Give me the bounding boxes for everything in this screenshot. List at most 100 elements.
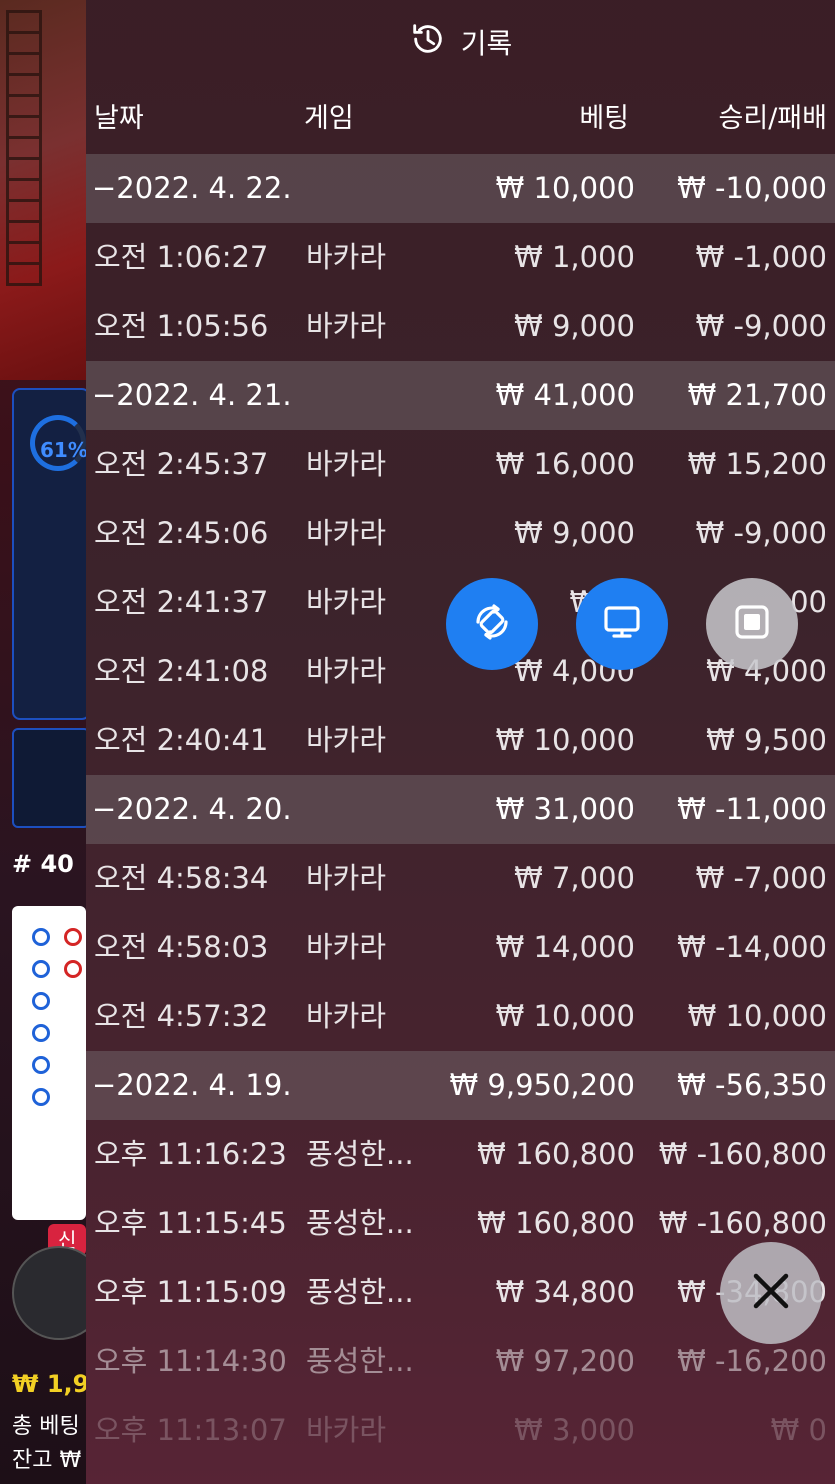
row-winloss: ₩ -56,350 xyxy=(677,1068,827,1102)
history-row[interactable]: 오후 11:14:30 풍성한... ₩ 97,200 ₩ -16,200 xyxy=(86,1327,835,1396)
row-bet: ₩ 9,950,200 xyxy=(449,1068,635,1102)
history-row[interactable]: 오전 4:58:03 바카라 ₩ 14,000 ₩ -14,000 xyxy=(86,913,835,982)
column-bet[interactable]: 베팅 xyxy=(579,84,629,154)
history-row[interactable]: 오전 2:45:37 바카라 ₩ 16,000 ₩ 15,200 xyxy=(86,430,835,499)
history-row[interactable]: 오전 1:05:56 바카라 ₩ 9,000 ₩ -9,000 xyxy=(86,292,835,361)
history-list[interactable]: −2022. 4. 22. ₩ 10,000 ₩ -10,000 오전 1:06:27… xyxy=(86,154,835,1465)
history-row[interactable]: 오전 4:57:32 바카라 ₩ 10,000 ₩ 10,000 xyxy=(86,982,835,1051)
bead-road xyxy=(12,906,86,1220)
row-bet: ₩ 34,800 xyxy=(495,1275,635,1309)
row-winloss: ₩ -14,000 xyxy=(677,930,827,964)
column-header-row: 날짜 게임 베팅 승리/패배 xyxy=(86,84,835,154)
row-date: 오전 2:45:37 xyxy=(94,447,269,481)
row-winloss: ₩ -1,000 xyxy=(695,240,827,274)
history-row[interactable]: 오후 11:15:45 풍성한... ₩ 160,800 ₩ -160,800 xyxy=(86,1189,835,1258)
row-date: 오전 4:58:03 xyxy=(94,930,269,964)
row-winloss: ₩ 9,500 xyxy=(706,723,827,757)
column-winloss[interactable]: 승리/패배 xyxy=(719,84,827,154)
row-game: 풍성한... xyxy=(306,1344,414,1378)
row-bet: ₩ 16,000 xyxy=(495,447,635,481)
chip-stack[interactable] xyxy=(12,1246,86,1340)
row-date: 오후 11:13:07 xyxy=(94,1413,287,1447)
row-game: 바카라 xyxy=(306,309,387,343)
row-game: 바카라 xyxy=(306,930,387,964)
monitor-button[interactable] xyxy=(576,578,668,670)
history-row[interactable]: 오후 11:16:23 풍성한... ₩ 160,800 ₩ -160,800 xyxy=(86,1120,835,1189)
row-bet: ₩ 1,000 xyxy=(514,240,635,274)
row-game: 바카라 xyxy=(306,585,387,619)
rotate-screen-icon xyxy=(468,598,516,650)
row-date: 오전 2:45:06 xyxy=(94,516,269,550)
panel-title: 기록 xyxy=(460,27,513,60)
history-row[interactable]: 오전 2:45:06 바카라 ₩ 9,000 ₩ -9,000 xyxy=(86,499,835,568)
history-clock-icon xyxy=(409,20,447,65)
row-date: 오전 2:41:37 xyxy=(94,585,269,619)
history-row[interactable]: 오전 4:58:34 바카라 ₩ 7,000 ₩ -7,000 xyxy=(86,844,835,913)
row-winloss: ₩ -11,000 xyxy=(677,792,827,826)
row-winloss: ₩ -160,800 xyxy=(658,1206,827,1240)
column-date[interactable]: 날짜 xyxy=(94,84,144,154)
row-winloss: ₩ -160,800 xyxy=(658,1137,827,1171)
stop-button[interactable] xyxy=(706,578,798,670)
close-icon xyxy=(749,1269,793,1317)
row-date: −2022. 4. 20. xyxy=(92,792,292,826)
row-bet: ₩ 41,000 xyxy=(495,378,635,412)
row-bet: ₩ 160,800 xyxy=(477,1206,635,1240)
history-row[interactable]: 오후 11:13:07 바카라 ₩ 3,000 ₩ 0 xyxy=(86,1396,835,1465)
balance-amount: ₩ 1,9 xyxy=(12,1370,86,1398)
balance-label: 잔고 ₩ xyxy=(12,1448,82,1473)
row-date: 오전 1:06:27 xyxy=(94,240,269,274)
row-date: −2022. 4. 21. xyxy=(92,378,292,412)
row-bet: ₩ 31,000 xyxy=(495,792,635,826)
history-panel: 기록 날짜 게임 베팅 승리/패배 −2022. 4. 22. ₩ 10,000 ₩… xyxy=(86,0,835,1484)
window-lattice-decoration xyxy=(6,10,42,286)
row-bet: ₩ 7,000 xyxy=(514,861,635,895)
game-side-panel: 61% # 40 신규 ₩ 1,9 총 베팅 잔고 ₩ xyxy=(0,0,86,1484)
row-game: 풍성한... xyxy=(306,1137,414,1171)
bet-area-box[interactable] xyxy=(12,728,86,828)
rotate-button[interactable] xyxy=(446,578,538,670)
row-date: −2022. 4. 19. xyxy=(92,1068,292,1102)
row-date: 오전 4:57:32 xyxy=(94,999,269,1033)
row-game: 바카라 xyxy=(306,240,387,274)
row-bet: ₩ 97,200 xyxy=(495,1344,635,1378)
row-game: 바카라 xyxy=(306,1413,387,1447)
row-winloss: ₩ -9,000 xyxy=(695,516,827,550)
date-group-row[interactable]: −2022. 4. 21. ₩ 41,000 ₩ 21,700 xyxy=(86,361,835,430)
history-row[interactable]: 오전 1:06:27 바카라 ₩ 1,000 ₩ -1,000 xyxy=(86,223,835,292)
column-game[interactable]: 게임 xyxy=(304,84,354,154)
row-bet: ₩ 10,000 xyxy=(495,723,635,757)
row-bet: ₩ 9,000 xyxy=(514,516,635,550)
row-winloss: ₩ -7,000 xyxy=(695,861,827,895)
row-winloss: ₩ -9,000 xyxy=(695,309,827,343)
row-bet: ₩ 14,000 xyxy=(495,930,635,964)
row-bet: ₩ 10,000 xyxy=(495,999,635,1033)
panel-header: 기록 xyxy=(86,0,835,84)
history-row[interactable]: 오전 2:40:41 바카라 ₩ 10,000 ₩ 9,500 xyxy=(86,706,835,775)
row-date: 오전 2:41:08 xyxy=(94,654,269,688)
row-winloss: ₩ 21,700 xyxy=(687,378,827,412)
row-game: 바카라 xyxy=(306,999,387,1033)
date-group-row[interactable]: −2022. 4. 19. ₩ 9,950,200 ₩ -56,350 xyxy=(86,1051,835,1120)
row-bet: ₩ 160,800 xyxy=(477,1137,635,1171)
row-game: 바카라 xyxy=(306,654,387,688)
round-number: # 40 xyxy=(12,850,74,878)
row-date: 오전 2:40:41 xyxy=(94,723,269,757)
close-button[interactable] xyxy=(720,1242,822,1344)
row-game: 바카라 xyxy=(306,861,387,895)
row-game: 바카라 xyxy=(306,516,387,550)
date-group-row[interactable]: −2022. 4. 20. ₩ 31,000 ₩ -11,000 xyxy=(86,775,835,844)
row-date: 오후 11:14:30 xyxy=(94,1344,287,1378)
row-bet: ₩ 9,000 xyxy=(514,309,635,343)
row-date: 오후 11:15:09 xyxy=(94,1275,287,1309)
row-winloss: ₩ 0 xyxy=(770,1413,827,1447)
row-date: −2022. 4. 22. xyxy=(92,171,292,205)
row-winloss: ₩ 10,000 xyxy=(687,999,827,1033)
row-game: 풍성한... xyxy=(306,1275,414,1309)
row-game: 바카라 xyxy=(306,723,387,757)
row-date: 오전 4:58:34 xyxy=(94,861,269,895)
row-game: 풍성한... xyxy=(306,1206,414,1240)
total-bet-label: 총 베팅 xyxy=(12,1414,80,1439)
date-group-row[interactable]: −2022. 4. 22. ₩ 10,000 ₩ -10,000 xyxy=(86,154,835,223)
percent-label: 61% xyxy=(40,438,86,462)
